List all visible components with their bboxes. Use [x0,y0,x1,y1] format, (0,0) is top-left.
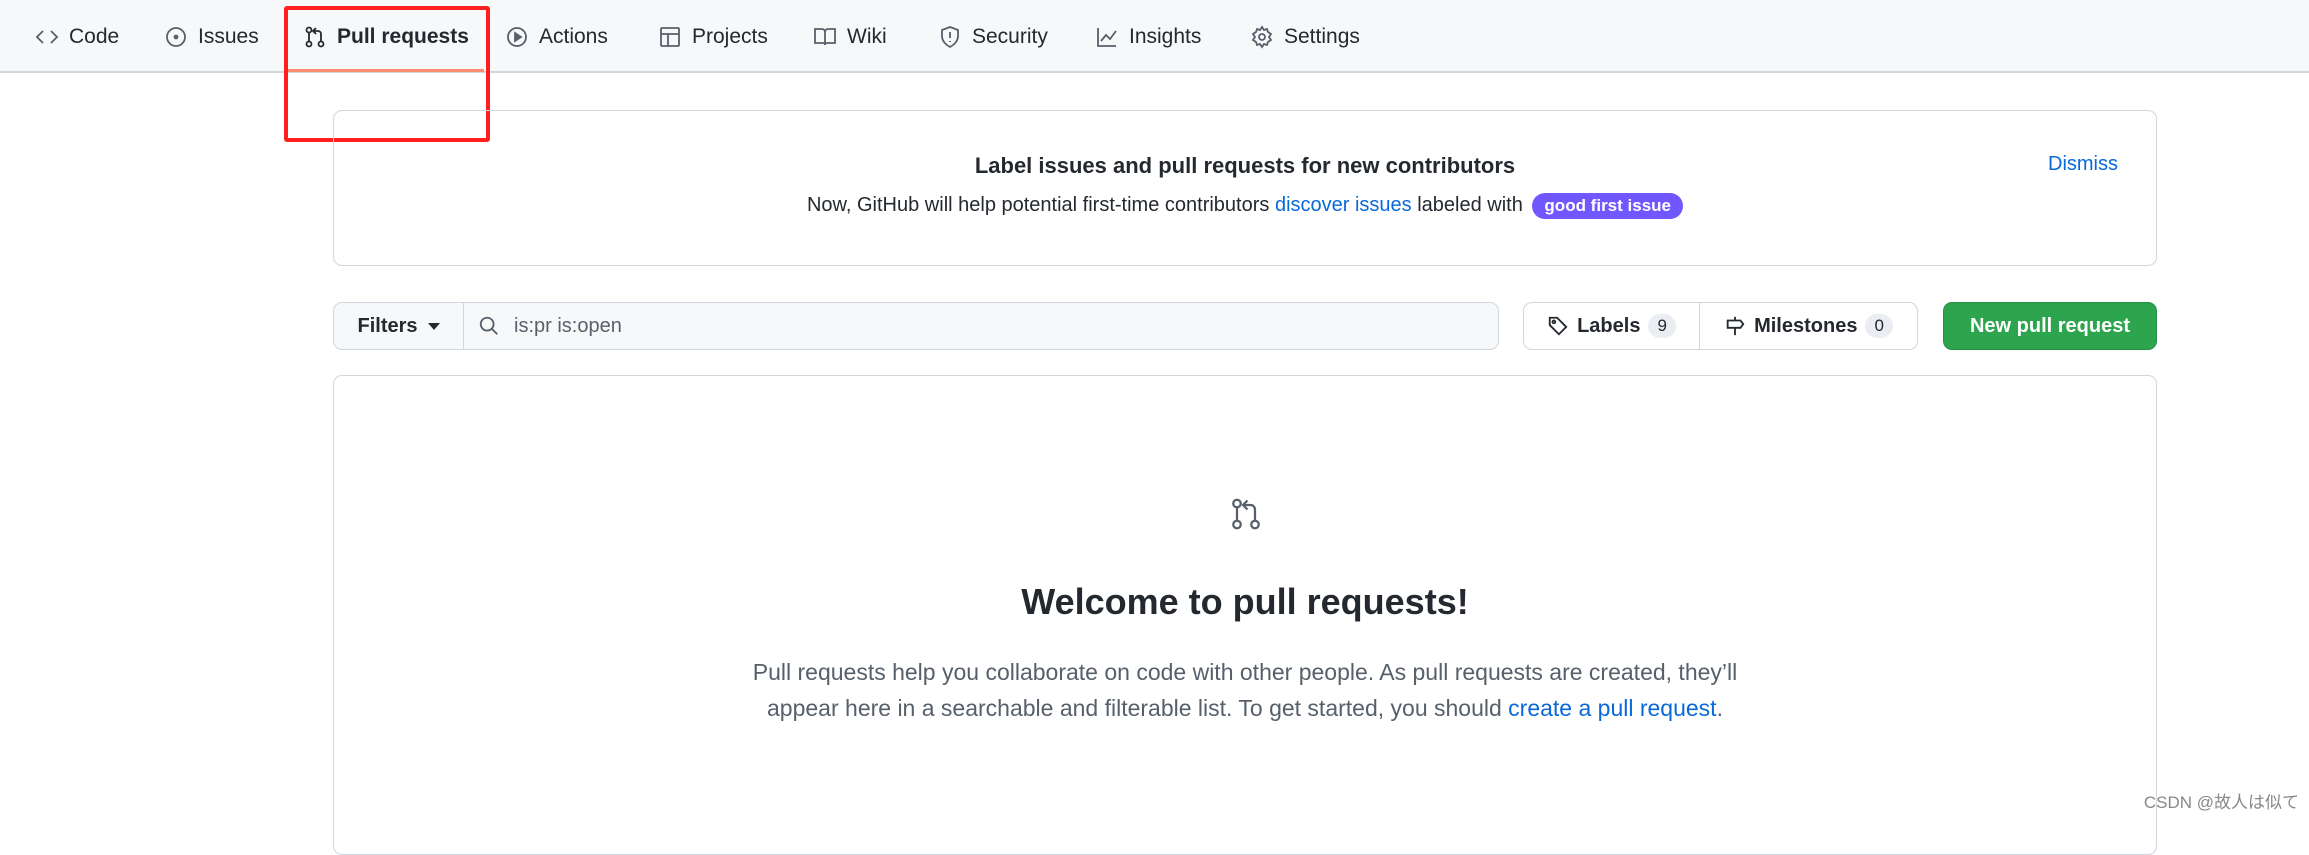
tab-settings[interactable]: Settings [1250,0,1360,73]
search-input[interactable]: is:pr is:open [464,303,1498,349]
new-pull-request-button[interactable]: New pull request [1943,302,2157,350]
caret-down-icon [427,322,440,330]
gear-icon [1251,24,1273,49]
issue-icon [166,26,186,47]
milestones-button[interactable]: Milestones 0 [1700,303,1917,349]
search-value: is:pr is:open [514,314,622,337]
tab-wiki[interactable]: Wiki [813,0,887,73]
blankslate-title: Welcome to pull requests! [1021,581,1469,622]
labels-count: 9 [1648,314,1676,338]
tab-projects[interactable]: Projects [658,0,768,73]
labels-button[interactable]: Labels 9 [1524,303,1700,349]
watermark: CSDN @故人は似て [2143,793,2299,812]
table-icon [660,26,680,47]
code-icon [35,29,59,44]
filter-bar: Filters is:pr is:open [333,302,1499,350]
create-pull-request-link[interactable]: create a pull request [1508,695,1716,721]
filters-label: Filters [357,314,418,337]
tab-label: Security [972,24,1048,48]
labels-milestones-group: Labels 9 Milestones 0 [1523,302,1918,350]
milestone-icon [1726,316,1745,336]
tab-label: Projects [692,24,768,48]
tab-label: Issues [198,24,259,48]
pull-request-icon [1232,498,1260,530]
banner-text-start: Now, GitHub will help potential first-ti… [806,194,1275,216]
tab-label: Code [69,24,120,48]
milestones-count: 0 [1865,314,1893,338]
filters-dropdown[interactable]: Filters [334,303,464,349]
banner-title: Label issues and pull requests for new c… [974,153,1516,178]
banner-text: Now, GitHub will help potential first-ti… [334,193,2156,219]
blankslate: Welcome to pull requests! Pull requests … [333,375,2157,855]
new-contributors-banner: Label issues and pull requests for new c… [333,110,2157,266]
tab-code[interactable]: Code [35,0,119,73]
tab-security[interactable]: Security [938,0,1048,73]
tab-insights[interactable]: Insights [1095,0,1201,73]
good-first-issue-label[interactable]: good first issue [1532,193,1683,219]
tab-actions[interactable]: Actions [505,0,608,73]
tab-label: Wiki [847,24,887,48]
banner-text-end: labeled with [1411,194,1529,216]
play-icon [507,26,527,47]
dismiss-button[interactable]: Dismiss [2048,153,2118,176]
blankslate-text: Pull requests help you collaborate on co… [714,654,1776,726]
tab-label: Settings [1284,24,1360,48]
tag-icon [1548,316,1568,336]
graph-icon [1097,27,1117,47]
search-icon [479,316,498,335]
book-icon [814,27,836,45]
labels-label: Labels [1577,314,1641,337]
blankslate-period: . [1716,695,1723,721]
tab-label: Insights [1129,24,1202,48]
tab-label: Actions [539,24,608,48]
shield-icon [941,25,959,48]
tab-issues[interactable]: Issues [164,0,259,73]
discover-issues-link[interactable]: discover issues [1275,194,1412,216]
milestones-label: Milestones [1754,314,1858,337]
